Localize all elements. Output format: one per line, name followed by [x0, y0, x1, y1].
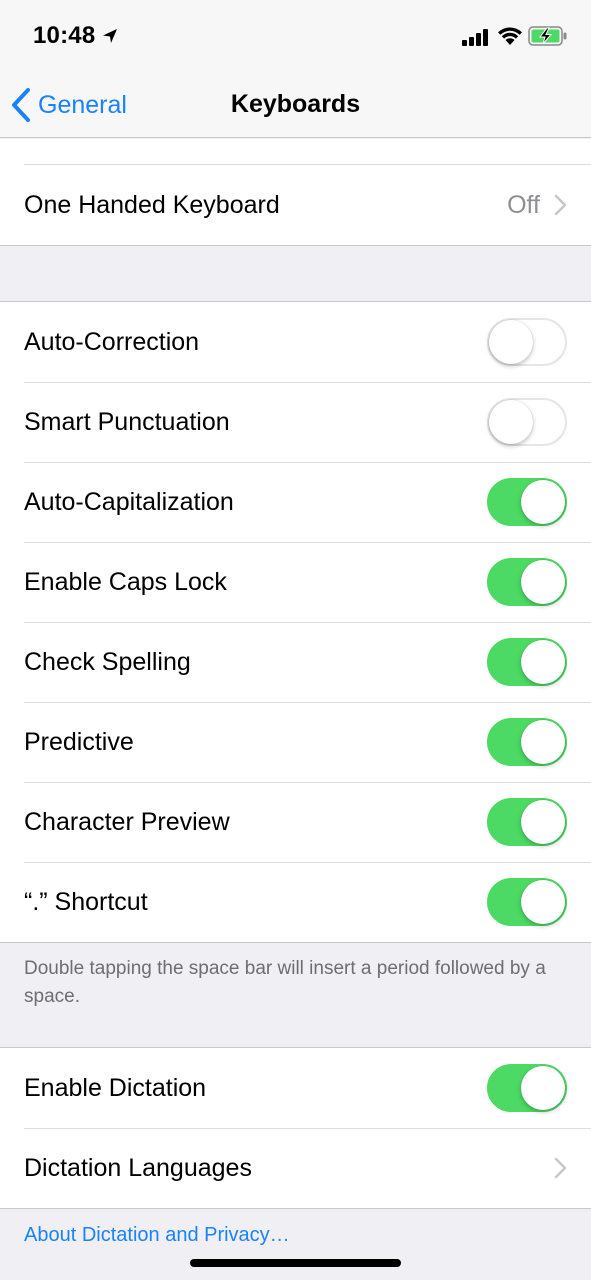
toggle-row-check-spelling: Check Spelling — [0, 622, 591, 702]
chevron-right-icon — [554, 1157, 567, 1179]
dictation-privacy-link[interactable]: About Dictation and Privacy… — [24, 1224, 290, 1247]
toggle-row-caps-lock: Enable Caps Lock — [0, 542, 591, 622]
keyboard-options-group: One Handed Keyboard Off — [0, 139, 591, 246]
check-spelling-label: Check Spelling — [24, 647, 191, 676]
cellular-signal-icon — [462, 29, 488, 46]
toggle-row-auto-capitalization: Auto-Capitalization — [0, 462, 591, 542]
toggle-row-auto-correction: Auto-Correction — [0, 302, 591, 382]
auto-capitalization-switch[interactable] — [487, 478, 567, 526]
toggle-row-enable-dictation: Enable Dictation — [0, 1048, 591, 1128]
one-handed-keyboard-value: Off — [507, 190, 540, 219]
toggle-row-character-preview: Character Preview — [0, 782, 591, 862]
settings-content: One Handed Keyboard Off Auto-Correction … — [0, 139, 591, 1209]
dictation-languages-label: Dictation Languages — [24, 1153, 252, 1182]
chevron-right-icon — [554, 194, 567, 216]
enable-dictation-switch[interactable] — [487, 1064, 567, 1112]
switch-knob — [521, 640, 565, 684]
toggle-row-predictive: Predictive — [0, 702, 591, 782]
check-spelling-switch[interactable] — [487, 638, 567, 686]
page-title: Keyboards — [230, 90, 361, 118]
auto-correction-switch[interactable] — [487, 318, 567, 366]
auto-capitalization-label: Auto-Capitalization — [24, 487, 234, 516]
dictation-languages-row[interactable]: Dictation Languages — [0, 1128, 591, 1208]
switch-knob — [521, 800, 565, 844]
status-time: 10:48 — [33, 22, 96, 49]
smart-punctuation-switch[interactable] — [487, 398, 567, 446]
location-arrow-icon — [103, 29, 117, 43]
period-shortcut-switch[interactable] — [487, 878, 567, 926]
shortcut-footer-note: Double tapping the space bar will insert… — [24, 958, 546, 1007]
toggle-row-period-shortcut: “.” Shortcut — [0, 862, 591, 942]
character-preview-label: Character Preview — [24, 807, 230, 836]
switch-knob — [489, 400, 533, 444]
switch-knob — [489, 320, 533, 364]
enable-dictation-label: Enable Dictation — [24, 1073, 207, 1102]
switch-knob — [521, 720, 565, 764]
caps-lock-switch[interactable] — [487, 558, 567, 606]
period-shortcut-label: “.” Shortcut — [24, 887, 148, 916]
typing-toggles-group: Auto-Correction Smart Punctuation Auto-C… — [0, 301, 591, 943]
caps-lock-label: Enable Caps Lock — [24, 567, 227, 596]
switch-knob — [521, 560, 565, 604]
battery-charging-icon — [528, 26, 567, 46]
switch-knob — [521, 880, 565, 924]
navigation-bar: General Keyboards — [0, 72, 591, 138]
status-bar: 10:48 — [0, 0, 591, 72]
predictive-label: Predictive — [24, 727, 134, 756]
predictive-switch[interactable] — [487, 718, 567, 766]
switch-knob — [521, 1066, 565, 1110]
home-indicator[interactable] — [190, 1259, 401, 1267]
toggle-row-smart-punctuation: Smart Punctuation — [0, 382, 591, 462]
switch-knob — [521, 480, 565, 524]
wifi-icon — [498, 27, 522, 45]
auto-correction-label: Auto-Correction — [24, 327, 200, 356]
clipped-row — [0, 139, 591, 165]
dictation-group: Enable Dictation Dictation Languages — [0, 1047, 591, 1209]
one-handed-keyboard-row[interactable]: One Handed Keyboard Off — [0, 165, 591, 245]
one-handed-keyboard-label: One Handed Keyboard — [24, 190, 280, 219]
smart-punctuation-label: Smart Punctuation — [24, 407, 230, 436]
character-preview-switch[interactable] — [487, 798, 567, 846]
